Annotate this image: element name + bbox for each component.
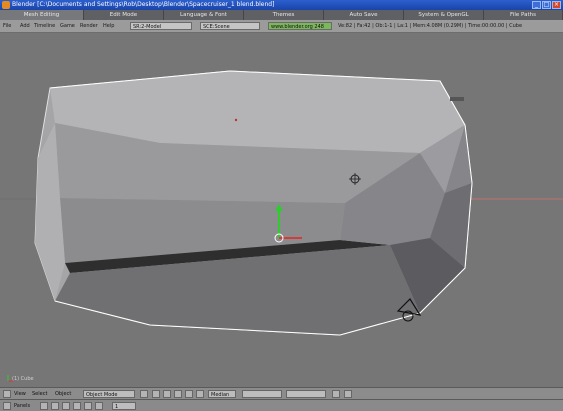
menu-render[interactable]: Render — [80, 22, 98, 30]
window-title: Blender [C:\Documents and Settings\Rob\D… — [12, 1, 275, 8]
scene-panel-icon[interactable] — [95, 402, 103, 410]
tab-auto-save[interactable]: Auto Save — [324, 10, 404, 20]
camera-object[interactable] — [450, 97, 464, 101]
rotate-icon[interactable] — [185, 390, 193, 398]
pivot-icon[interactable] — [152, 390, 160, 398]
tab-edit-mode[interactable]: Edit Mode — [84, 10, 164, 20]
render-icon[interactable] — [344, 390, 352, 398]
translate-icon[interactable] — [174, 390, 182, 398]
menu-select[interactable]: Select — [32, 390, 47, 398]
user-preferences-tabs: Mesh Editing Edit Mode Language & Font T… — [0, 10, 563, 20]
manipulator-icon[interactable] — [163, 390, 171, 398]
buttons-editor-icon[interactable] — [3, 402, 11, 410]
shading-icon[interactable] — [140, 390, 148, 398]
shading-panel-icon[interactable] — [62, 402, 70, 410]
window-title-bar: Blender [C:\Documents and Settings\Rob\D… — [0, 0, 563, 10]
tab-file-paths[interactable]: File Paths — [484, 10, 563, 20]
menu-add[interactable]: Add — [20, 22, 30, 30]
buttons-window-header: Panels 1 — [0, 399, 563, 411]
close-icon[interactable]: × — [552, 1, 561, 9]
scale-icon[interactable] — [196, 390, 204, 398]
lock-icon[interactable] — [332, 390, 340, 398]
blender-org-link[interactable]: www.blender.org 248 — [268, 22, 332, 30]
layer-buttons[interactable] — [242, 390, 282, 398]
tab-system[interactable]: System & OpenGL — [404, 10, 484, 20]
info-header: File Add Timeline Game Render Help SR:2-… — [0, 20, 563, 33]
frame-field[interactable]: 1 — [112, 402, 136, 410]
scene-selector[interactable]: SCE:Scene — [200, 22, 260, 30]
menu-view[interactable]: View — [14, 390, 26, 398]
editor-type-icon[interactable] — [3, 390, 11, 398]
menu-panels[interactable]: Panels — [14, 402, 30, 410]
object-name-label: (1) Cube — [12, 376, 34, 382]
3d-viewport[interactable]: (1) Cube — [0, 33, 563, 387]
menu-file[interactable]: File — [3, 22, 11, 30]
tab-language[interactable]: Language & Font — [164, 10, 244, 20]
viewport-canvas[interactable] — [0, 33, 563, 387]
blender-app-icon — [2, 1, 10, 9]
tab-mesh-editing[interactable]: Mesh Editing — [0, 10, 84, 20]
maximize-icon[interactable]: □ — [542, 1, 551, 9]
minimize-icon[interactable]: _ — [532, 1, 541, 9]
menu-help[interactable]: Help — [103, 22, 114, 30]
pivot-selector[interactable]: Median — [208, 390, 236, 398]
vertex-marker — [234, 118, 238, 122]
scene-stats: Ve:82 | Fa:42 | Ob:1-1 | La:1 | Mem:4.08… — [338, 23, 523, 29]
tab-themes[interactable]: Themes — [244, 10, 324, 20]
layer-buttons-2[interactable] — [286, 390, 326, 398]
menu-game[interactable]: Game — [60, 22, 75, 30]
screen-selector[interactable]: SR:2-Model — [130, 22, 192, 30]
script-icon[interactable] — [51, 402, 59, 410]
editing-panel-icon[interactable] — [84, 402, 92, 410]
mode-selector[interactable]: Object Mode — [83, 390, 135, 398]
window-controls: _ □ × — [532, 1, 561, 9]
3d-view-header: View Select Object Object Mode Median — [0, 387, 563, 399]
menu-object[interactable]: Object — [55, 390, 71, 398]
object-panel-icon[interactable] — [73, 402, 81, 410]
logic-icon[interactable] — [40, 402, 48, 410]
menu-timeline[interactable]: Timeline — [34, 22, 55, 30]
